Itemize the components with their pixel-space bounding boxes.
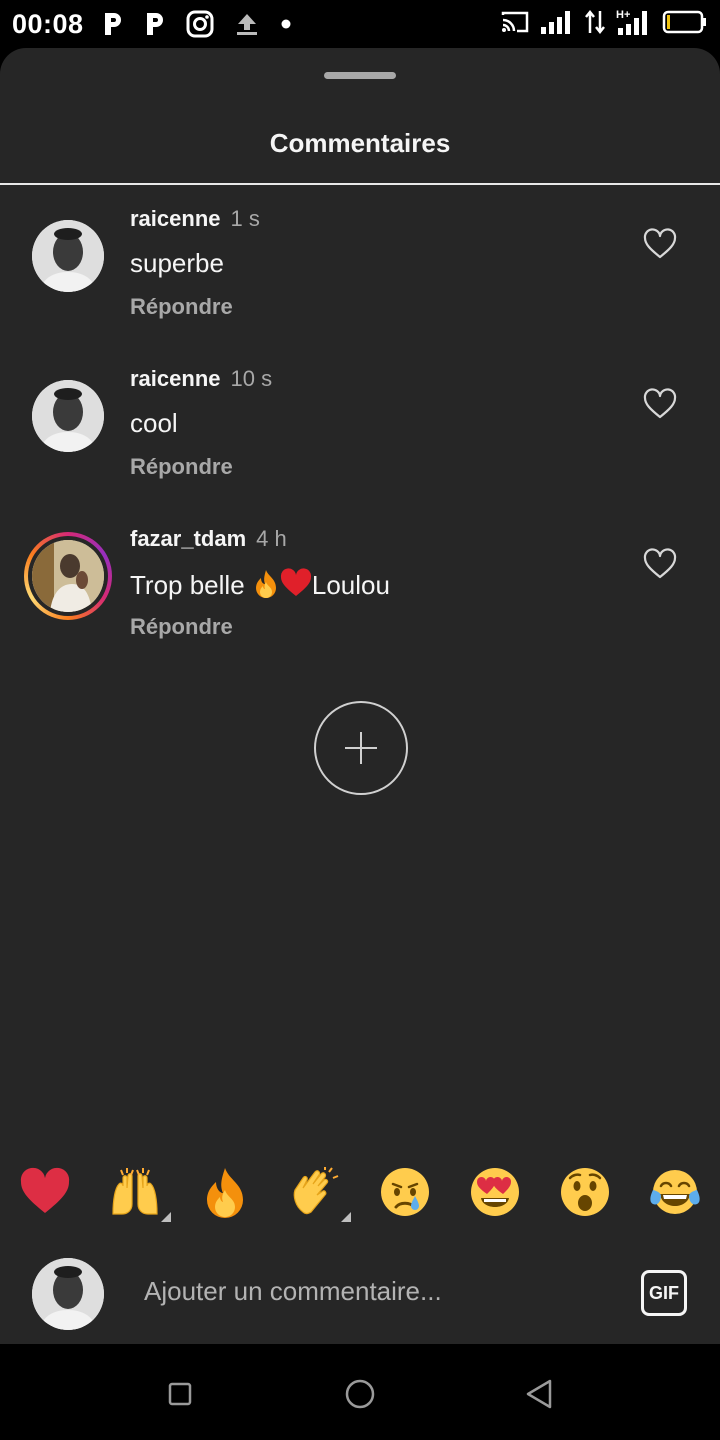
skin-tone-indicator xyxy=(161,1212,171,1222)
story-ring-avatar[interactable] xyxy=(24,532,112,620)
recents-square-icon[interactable] xyxy=(160,1374,200,1414)
sheet-title: Commentaires xyxy=(269,128,451,158)
load-more-plus-button[interactable] xyxy=(314,701,408,795)
raising-hands-emoji-icon[interactable] xyxy=(109,1166,161,1218)
emoji-quick-bar xyxy=(0,1156,720,1228)
avatar xyxy=(32,540,104,612)
comment-timestamp: 10 s xyxy=(230,366,273,391)
fire-emoji-icon[interactable] xyxy=(199,1166,251,1218)
data-arrows-icon xyxy=(584,9,606,40)
comment-username[interactable]: raicenne 1 s xyxy=(130,206,260,232)
comment-username[interactable]: fazar_tdam 4 h xyxy=(130,526,287,552)
red-heart-emoji-icon xyxy=(280,568,312,605)
heart-eyes-emoji-icon[interactable] xyxy=(469,1166,521,1218)
notification-icons xyxy=(102,10,292,38)
instagram-icon xyxy=(186,10,214,38)
comment-item: fazar_tdam 4 h Trop belle Loulou Répondre xyxy=(0,518,720,658)
heart-icon[interactable] xyxy=(642,228,678,260)
upload-icon xyxy=(234,11,260,37)
hplus-signal-icon: H+ xyxy=(616,8,652,41)
home-circle-icon[interactable] xyxy=(340,1374,380,1414)
skin-tone-indicator xyxy=(341,1212,351,1222)
tears-of-joy-emoji-icon[interactable] xyxy=(649,1166,701,1218)
crying-face-emoji-icon[interactable] xyxy=(379,1166,431,1218)
signal-icon xyxy=(540,9,574,40)
p-notification-icon xyxy=(144,11,166,37)
avatar[interactable] xyxy=(32,220,104,292)
comment-username[interactable]: raicenne 10 s xyxy=(130,366,272,392)
dot-icon xyxy=(280,18,292,30)
svg-text:H+: H+ xyxy=(616,9,630,21)
drag-handle[interactable] xyxy=(324,72,396,79)
p-notification-icon xyxy=(102,11,124,37)
fire-emoji-icon xyxy=(252,568,280,605)
astonished-face-emoji-icon[interactable] xyxy=(559,1166,611,1218)
comment-text: Trop belle Loulou xyxy=(130,568,390,605)
comment-text: cool xyxy=(130,408,178,438)
clapping-hands-emoji-icon[interactable] xyxy=(289,1166,341,1218)
comment-item: raicenne 10 s cool Répondre xyxy=(0,358,720,498)
comment-timestamp: 1 s xyxy=(230,206,260,231)
avatar[interactable] xyxy=(32,380,104,452)
comments-sheet: Commentaires raicenne 1 s superbe Répondr… xyxy=(0,48,720,1344)
cast-icon xyxy=(500,10,530,39)
reply-button[interactable]: Répondre xyxy=(130,614,233,640)
gif-button[interactable]: GIF xyxy=(641,1270,687,1316)
back-triangle-icon[interactable] xyxy=(520,1374,560,1414)
comment-composer: Ajouter un commentaire... GIF xyxy=(0,1244,720,1344)
heart-icon[interactable] xyxy=(642,388,678,420)
status-time: 00:08 xyxy=(12,8,84,39)
reply-button[interactable]: Répondre xyxy=(130,454,233,480)
comment-item: raicenne 1 s superbe Répondre xyxy=(0,198,720,338)
system-nav-bar xyxy=(0,1344,720,1440)
reply-button[interactable]: Répondre xyxy=(130,294,233,320)
status-bar: 00:08 H+ xyxy=(0,0,720,48)
current-user-avatar xyxy=(32,1258,104,1330)
comment-text: superbe xyxy=(130,248,224,278)
heart-icon[interactable] xyxy=(642,548,678,580)
comment-input[interactable]: Ajouter un commentaire... xyxy=(144,1276,442,1307)
red-heart-emoji-icon[interactable] xyxy=(19,1166,71,1218)
system-status-icons: H+ xyxy=(500,8,708,41)
comment-timestamp: 4 h xyxy=(256,526,287,551)
battery-icon xyxy=(662,10,708,39)
title-divider xyxy=(0,183,720,185)
